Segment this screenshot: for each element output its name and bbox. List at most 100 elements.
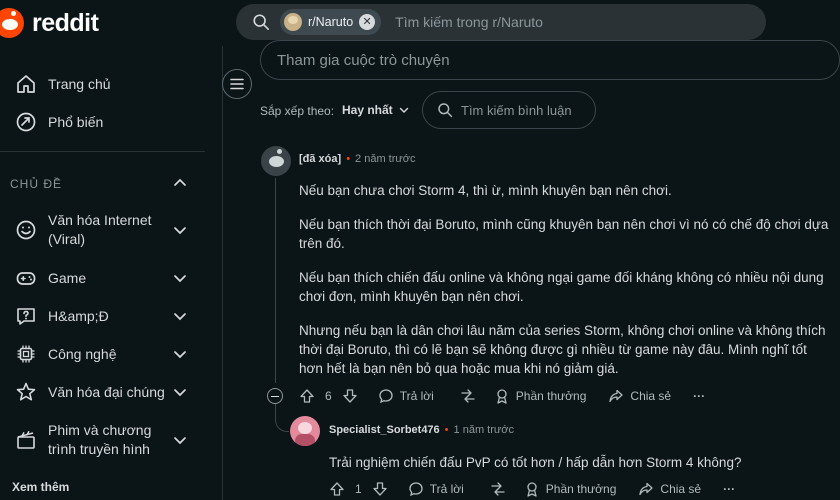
comment-paragraph: Nếu bạn thích chiến đấu online và không … [299, 270, 824, 304]
sidebar-item-label: Trang chủ [48, 76, 111, 92]
see-more-link[interactable]: Xem thêm [12, 480, 69, 494]
comment-paragraph: Nếu bạn thích thời đại Boruto, mình cũng… [299, 217, 829, 251]
separator-dot: • [346, 153, 351, 165]
upvote-icon[interactable] [329, 481, 345, 497]
vote-group: 1 [329, 481, 388, 497]
vote-count: 6 [325, 389, 332, 403]
smile-icon [16, 220, 36, 240]
award-label: Phần thưởng [545, 482, 617, 496]
join-conversation-placeholder: Tham gia cuộc trò chuyện [277, 52, 450, 69]
sidebar-divider [0, 151, 205, 152]
reply-label: Trả lời [399, 389, 434, 403]
avatar[interactable] [290, 416, 320, 446]
chevron-down-icon[interactable] [172, 432, 188, 448]
sidebar-item-technology[interactable]: Công nghệ [0, 342, 205, 366]
chip-close-icon[interactable]: ✕ [359, 14, 376, 30]
comment-search-input[interactable]: Tìm kiếm bình luận [422, 91, 596, 129]
sidebar-item-popular[interactable]: Phổ biến [0, 110, 205, 134]
comment-icon [379, 389, 393, 404]
clapperboard-icon [17, 430, 35, 449]
search-input[interactable]: Tìm kiếm trong r/Naruto [395, 14, 543, 30]
comment-author[interactable]: [đã xóa] [299, 153, 341, 165]
subreddit-chip[interactable]: r/Naruto ✕ [280, 9, 382, 35]
search-bar[interactable]: r/Naruto ✕ Tìm kiếm trong r/Naruto [236, 4, 766, 40]
comment-actions: 6 Trả lời Phần thưởng Chia sẻ ··· [299, 388, 705, 404]
more-options-icon[interactable]: ··· [693, 389, 705, 403]
comment-icon [409, 482, 423, 497]
comment-meta: [đã xóa] • 2 năm trước [299, 153, 415, 165]
chevron-down-icon [399, 107, 408, 113]
comment-meta: Specialist_Sorbet476 • 1 năm trước [329, 424, 514, 436]
sidebar-item-home[interactable]: Trang chủ [0, 72, 205, 96]
share-icon [609, 389, 624, 403]
downvote-icon[interactable] [342, 388, 358, 404]
chevron-up-icon[interactable] [172, 175, 188, 191]
sort-dropdown[interactable]: Hay nhất [342, 103, 409, 117]
thread-line[interactable] [275, 178, 276, 383]
chevron-down-icon[interactable] [172, 308, 188, 324]
search-icon [253, 14, 270, 31]
sidebar-item-label: Phổ biến [48, 114, 104, 130]
crosspost-icon[interactable] [490, 481, 506, 497]
sort-label: Sắp xếp theo: [260, 104, 335, 118]
sidebar-item-game[interactable]: Game [0, 266, 205, 290]
comment-search-placeholder: Tìm kiếm bình luận [461, 102, 572, 118]
reddit-snoo-icon [0, 8, 24, 38]
sidebar-item-pop-culture[interactable]: Văn hóa đại chúng [0, 380, 205, 404]
reddit-logo[interactable]: reddit [0, 6, 99, 40]
sidebar-border [222, 46, 223, 500]
share-button[interactable]: Chia sẻ [638, 481, 701, 497]
left-sidebar: Trang chủ Phổ biến CHỦ ĐỀ Văn hóa Intern… [0, 50, 205, 500]
comment-paragraph: Nhưng nếu bạn là dân chơi lâu năm của se… [299, 323, 826, 376]
search-icon [438, 103, 453, 118]
thread-connector [275, 404, 289, 432]
share-button[interactable]: Chia sẻ [608, 388, 671, 404]
sidebar-item-label: Văn hóa Internet [48, 212, 152, 228]
sidebar-item-label: H&amp;Đ [48, 308, 109, 324]
sidebar-item-label: (Viral) [48, 231, 86, 247]
question-icon [17, 308, 35, 325]
upvote-icon[interactable] [299, 388, 315, 404]
award-label: Phần thưởng [515, 389, 587, 403]
sidebar-item-movies-tv[interactable]: Phim và chương trình truyền hình [0, 420, 205, 460]
sort-value: Hay nhất [342, 103, 393, 117]
reply-label: Trả lời [429, 482, 464, 496]
chevron-down-icon[interactable] [172, 270, 188, 286]
award-icon [497, 389, 507, 404]
comment-time: 2 năm trước [355, 153, 416, 165]
share-label: Chia sẻ [660, 482, 702, 496]
award-button[interactable]: Phần thưởng [524, 481, 617, 497]
vote-group: 6 [299, 388, 358, 404]
comment-author[interactable]: Specialist_Sorbet476 [329, 424, 440, 436]
chevron-down-icon[interactable] [172, 346, 188, 362]
sidebar-item-label: Phim và chương [48, 422, 152, 438]
share-icon [639, 482, 654, 496]
subreddit-chip-label: r/Naruto [308, 15, 354, 29]
vote-count: 1 [355, 482, 362, 496]
chip-icon [17, 345, 35, 363]
topics-section-title: CHỦ ĐỀ [10, 177, 63, 191]
hamburger-icon [230, 78, 244, 90]
home-icon [17, 75, 35, 93]
avatar[interactable] [261, 146, 291, 176]
reply-button[interactable]: Trả lời [408, 481, 464, 497]
join-conversation-input[interactable]: Tham gia cuộc trò chuyện [260, 40, 840, 80]
crosspost-icon[interactable] [460, 388, 476, 404]
share-label: Chia sẻ [630, 389, 672, 403]
reply-button[interactable]: Trả lời [378, 388, 434, 404]
sidebar-item-label: trình truyền hình [48, 441, 150, 457]
chevron-down-icon[interactable] [172, 222, 188, 238]
star-icon [16, 382, 36, 401]
gamepad-icon [16, 272, 36, 285]
chevron-down-icon[interactable] [172, 384, 188, 400]
downvote-icon[interactable] [372, 481, 388, 497]
award-button[interactable]: Phần thưởng [494, 388, 587, 404]
separator-dot: • [444, 424, 449, 436]
sidebar-item-label: Văn hóa đại chúng [48, 384, 165, 400]
sidebar-item-qa[interactable]: H&amp;Đ [0, 304, 205, 328]
menu-toggle-button[interactable] [222, 69, 252, 99]
more-options-icon[interactable]: ··· [723, 482, 735, 496]
sidebar-item-internet-culture[interactable]: Văn hóa Internet (Viral) [0, 210, 205, 250]
award-icon [527, 482, 537, 497]
collapse-thread-button[interactable] [267, 388, 283, 404]
